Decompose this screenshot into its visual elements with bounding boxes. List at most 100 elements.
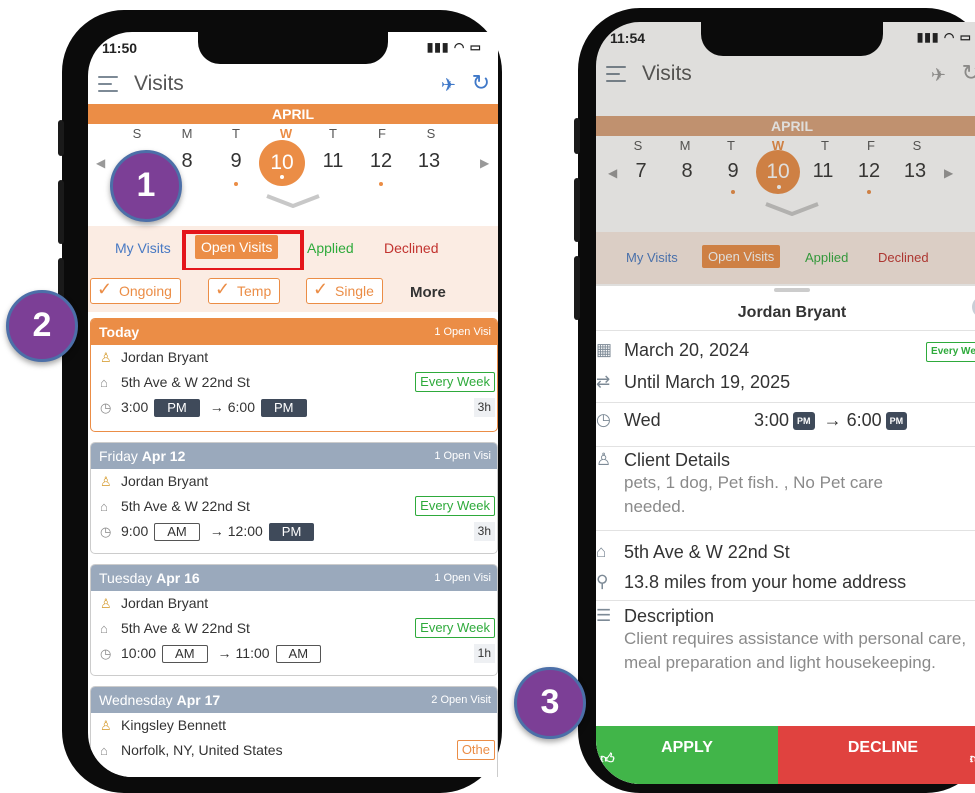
check-icon: ✓ [313,279,329,299]
hamburger-menu-icon[interactable] [98,76,118,92]
event-dot [234,182,238,186]
filter-single[interactable]: ✓ Single [306,278,383,304]
refresh-icon[interactable]: ↻ [962,60,975,86]
start-date-row: ▦ March 20, 2024 Every Week [596,340,975,362]
notch [701,22,883,56]
client-details-row: ♙ Client Details pets, 1 dog, Pet fish. … [596,450,883,516]
calendar-day[interactable]: 13 [898,160,932,183]
calendar-day[interactable]: 8 [670,160,704,183]
person-icon: ♙ [100,596,112,611]
prev-week-arrow-icon[interactable]: ◀ [96,156,105,170]
visit-card[interactable]: Today 1 Open Visi ♙ Jordan Bryant ⌂ 5th Av… [90,318,498,432]
recurrence-tag: Every Week [926,342,975,362]
person-icon: ♙ [100,350,112,365]
weekday-label: S [426,126,436,141]
calendar-day[interactable]: 9 [219,150,253,173]
page-title: Visits [134,72,184,95]
selected-day[interactable]: 10 [259,140,305,186]
weekday-label: F [867,138,875,153]
selected-day[interactable]: 10 [756,150,800,194]
phone-frame-left: 11:50 ▮▮▮ ◠ ▭ Visits ✈ ↻ APRIL S M T W T… [58,10,502,793]
refresh-icon[interactable]: ↻ [472,70,490,96]
tab-declined[interactable]: Declined [384,240,438,256]
filter-ongoing[interactable]: ✓ Ongoing [90,278,181,304]
filter-temp[interactable]: ✓ Temp [208,278,281,304]
person-icon: ♙ [100,718,112,733]
next-week-arrow-icon[interactable]: ▶ [944,166,953,180]
address-row: ⌂ 5th Ave & W 22nd St Every Week [91,494,497,519]
apply-button[interactable]: 👍︎ APPLY [596,726,778,784]
visit-card[interactable]: Friday Apr 12 1 Open Visi ♙ Jordan Bryant… [90,442,498,554]
more-filters-button[interactable]: More [410,284,446,301]
open-visit-count: 1 Open Visi [434,572,491,584]
visit-card[interactable]: Tuesday Apr 16 1 Open Visi ♙ Jordan Bryan… [90,564,498,676]
schedule-row: ◷ Wed 3:00 PM → 6:00 PM [596,410,975,431]
tab-open-visits[interactable]: Open Visits [702,245,781,268]
calendar-day[interactable]: 12 [852,160,886,183]
calendar-day[interactable]: 12 [364,150,398,173]
app-screen-left: 11:50 ▮▮▮ ◠ ▭ Visits ✈ ↻ APRIL S M T W T… [88,32,498,777]
calendar-day[interactable]: 7 [624,160,658,183]
card-header: Today 1 Open Visi [91,319,497,345]
weekday-label: S [912,138,922,153]
step-badge-1: 1 [110,150,182,222]
decline-button[interactable]: DECLINE 👎︎ [778,726,975,784]
next-week-arrow-icon[interactable]: ▶ [480,156,489,170]
app-screen-right: 11:54 ▮▮▮ ◠ ▭ Visits ✈ ↻ APRIL S M T W T… [596,22,975,784]
action-bar: 👍︎ APPLY DECLINE 👎︎ [596,726,975,784]
clock-icon: ◷ [100,646,112,661]
client-row: ♙ Jordan Bryant [91,591,497,616]
visit-card[interactable]: Wednesday Apr 17 2 Open Visit ♙ Kingsley … [90,686,498,777]
calendar-day[interactable]: 9 [716,160,750,183]
tab-my-visits[interactable]: My Visits [115,240,171,256]
home-icon: ⌂ [100,375,108,390]
open-visit-count: 1 Open Visi [434,450,491,462]
signal-wifi-battery-icon: ▮▮▮ ◠ ▭ [916,30,972,44]
home-icon: ⌂ [100,621,108,636]
duration-badge: 1h [473,644,495,663]
weekday-label: T [232,126,240,141]
clock-icon: ◷ [100,524,112,539]
tab-my-visits[interactable]: My Visits [626,250,678,265]
time-row: ◷ 10:00 AM → 11:00 AM 1h [91,641,497,666]
thumbs-up-icon: 👍︎ [600,750,615,766]
recurrence-tag: Every Week [415,618,495,638]
month-label: APRIL [596,116,975,136]
duration-badge: 3h [473,398,495,417]
time-row: ◷ 3:00 PM → 6:00 PM 3h [91,395,497,420]
open-visit-count: 2 Open Visit [431,694,491,706]
calendar-day[interactable]: 11 [316,150,350,173]
month-label: APRIL [88,104,498,124]
phone-frame-right: 11:54 ▮▮▮ ◠ ▭ Visits ✈ ↻ APRIL S M T W T… [574,8,975,793]
calendar-day[interactable]: 13 [412,150,446,173]
card-header: Tuesday Apr 16 1 Open Visi [91,565,497,591]
sheet-grabber[interactable] [774,288,810,292]
collapse-chevron-icon[interactable] [764,202,820,216]
calendar-day[interactable]: 11 [806,160,840,183]
airplane-icon[interactable]: ✈ [441,75,456,96]
check-icon: ✓ [215,279,231,299]
prev-week-arrow-icon[interactable]: ◀ [608,166,617,180]
tutorial-stage: 11:50 ▮▮▮ ◠ ▭ Visits ✈ ↻ APRIL S M T W T… [0,0,975,793]
calendar-icon: ▦ [596,340,613,359]
repeat-icon: ⇄ [596,372,611,391]
page-title: Visits [642,62,692,85]
tab-applied[interactable]: Applied [805,250,848,265]
client-row: ♙ Jordan Bryant [91,345,497,370]
duration-badge: 3h [473,522,495,541]
recurrence-tag: Every Week [415,372,495,392]
address-row: ⌂ 5th Ave & W 22nd St Every Week [91,370,497,395]
tab-applied[interactable]: Applied [307,240,354,256]
home-icon: ⌂ [100,499,108,514]
home-icon: ⌂ [596,542,607,561]
airplane-icon[interactable]: ✈ [931,65,946,86]
weekday-label: S [132,126,142,141]
address-row: ⌂ 5th Ave & W 22nd St [596,542,790,562]
card-header: Wednesday Apr 17 2 Open Visit [91,687,497,713]
hamburger-menu-icon[interactable] [606,66,626,82]
until-row: ⇄ Until March 19, 2025 [596,372,791,392]
weekday-label: M [181,126,193,141]
collapse-chevron-icon[interactable] [265,194,321,208]
visit-tabs: My Visits Open Visits Applied Declined [596,232,975,284]
tab-declined[interactable]: Declined [878,250,929,265]
